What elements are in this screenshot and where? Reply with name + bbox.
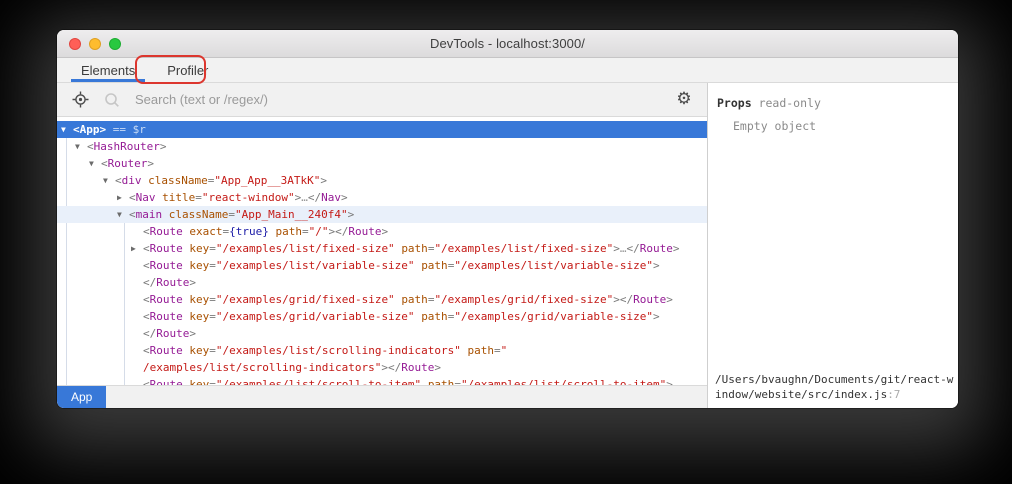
elements-pane: ⚙ ▼<App> == $r▼<HashRouter>▼<Router>▼<di… (57, 83, 707, 408)
tree-row[interactable]: <Route key="/examples/grid/variable-size… (57, 308, 707, 325)
tree-row[interactable]: <Route key="/examples/list/scrolling-ind… (57, 342, 707, 359)
triangle-down-icon[interactable]: ▼ (75, 138, 87, 155)
zoom-button[interactable] (109, 38, 121, 50)
triangle-down-icon[interactable]: ▼ (103, 172, 115, 189)
source-line-number: :7 (887, 388, 900, 401)
tree-row[interactable]: ▶<Nav title="react-window">…</Nav> (57, 189, 707, 206)
tree-row[interactable]: ▼<Router> (57, 155, 707, 172)
tree-row[interactable]: /examples/list/scrolling-indicators"></R… (57, 359, 707, 376)
tree-row[interactable]: </Route> (57, 274, 707, 291)
window-title: DevTools - localhost:3000/ (430, 36, 585, 51)
gear-icon[interactable]: ⚙ (673, 89, 695, 111)
triangle-down-icon[interactable]: ▼ (61, 121, 73, 138)
tree-row[interactable]: <Route key="/examples/grid/fixed-size" p… (57, 291, 707, 308)
tree-row[interactable]: ▶<Route key="/examples/list/fixed-size" … (57, 240, 707, 257)
tree-row[interactable]: ▼<App> == $r (57, 121, 707, 138)
props-title: Props (717, 96, 752, 110)
search-bar: ⚙ (57, 83, 707, 117)
triangle-right-icon[interactable]: ▶ (117, 189, 129, 206)
devtools-window: DevTools - localhost:3000/ Elements Prof… (57, 30, 958, 408)
tree-row[interactable]: ▼<HashRouter> (57, 138, 707, 155)
tab-bar: Elements Profiler (57, 58, 958, 83)
tree-row[interactable]: <Route key="/examples/list/variable-size… (57, 257, 707, 274)
tab-elements[interactable]: Elements (71, 58, 145, 82)
breadcrumb-item-app[interactable]: App (57, 386, 106, 408)
minimize-button[interactable] (89, 38, 101, 50)
triangle-down-icon[interactable]: ▼ (117, 206, 129, 223)
search-icon (101, 89, 123, 111)
title-bar[interactable]: DevTools - localhost:3000/ (57, 30, 958, 58)
search-input[interactable] (133, 91, 663, 108)
tree-row[interactable]: ▼<div className="App_App__3ATkK"> (57, 172, 707, 189)
inspect-target-icon[interactable] (69, 89, 91, 111)
tree-row[interactable]: </Route> (57, 325, 707, 342)
source-file: /Users/bvaughn/Documents/git/react-windo… (715, 373, 953, 401)
component-tree[interactable]: ▼<App> == $r▼<HashRouter>▼<Router>▼<div … (57, 117, 707, 385)
props-empty-text: Empty object (708, 110, 958, 133)
triangle-down-icon[interactable]: ▼ (89, 155, 101, 172)
tree-row[interactable]: <Route key="/examples/list/scroll-to-ite… (57, 376, 707, 385)
breadcrumb: App (57, 385, 707, 408)
tree-row[interactable]: ▼<main className="App_Main__240f4"> (57, 206, 707, 223)
props-pane: Props read-only Empty object /Users/bvau… (707, 83, 958, 408)
close-button[interactable] (69, 38, 81, 50)
tab-profiler[interactable]: Profiler (157, 58, 218, 82)
tab-elements-label: Elements (81, 63, 135, 78)
tab-profiler-label: Profiler (167, 63, 208, 78)
tree-row[interactable]: <Route exact={true} path="/"></Route> (57, 223, 707, 240)
traffic-lights (69, 30, 121, 57)
tree-rows: ▼<App> == $r▼<HashRouter>▼<Router>▼<div … (57, 121, 707, 385)
props-header: Props read-only (708, 83, 958, 110)
selected-ref: == $r (106, 123, 146, 136)
triangle-right-icon[interactable]: ▶ (131, 240, 143, 257)
source-path-link[interactable]: /Users/bvaughn/Documents/git/react-windo… (708, 372, 958, 408)
